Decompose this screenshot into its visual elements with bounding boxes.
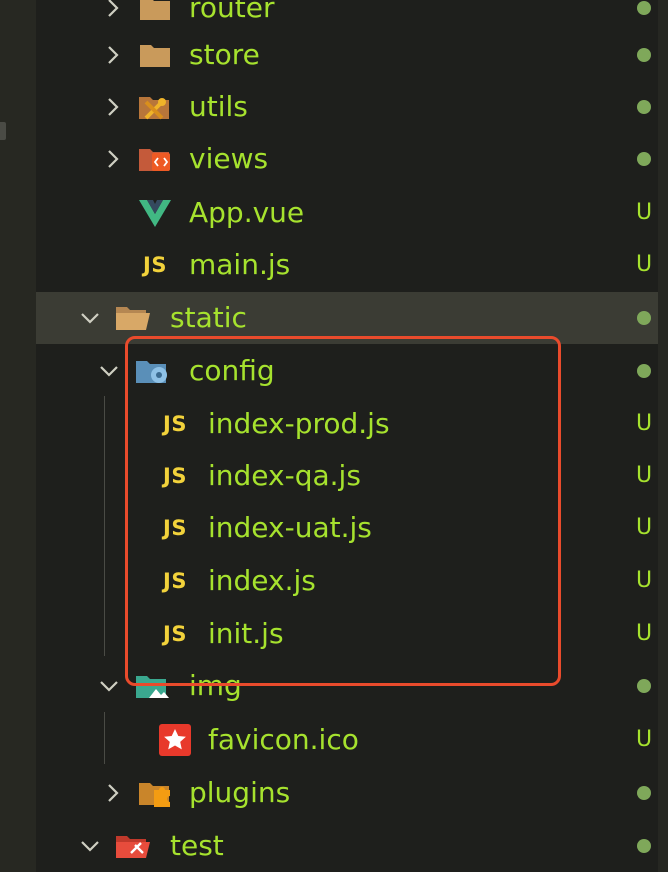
tree-item-label: index.js — [208, 564, 316, 597]
status-dot — [637, 679, 651, 693]
status-indicator — [632, 133, 656, 185]
status-indicator — [632, 660, 656, 712]
image-folder-icon — [134, 667, 172, 705]
js-file-icon: JS — [143, 253, 167, 277]
status-dot — [637, 152, 651, 166]
utils-folder-icon — [136, 88, 174, 126]
tree-file-app-vue[interactable]: App.vue U — [36, 187, 668, 239]
tree-item-label: utils — [189, 90, 248, 123]
vue-icon — [136, 194, 174, 232]
activity-bar — [0, 0, 36, 872]
status-dot — [637, 48, 651, 62]
status-dot — [637, 786, 651, 800]
tree-folder-views[interactable]: views — [36, 133, 668, 185]
untracked-status: U — [635, 621, 653, 646]
favicon-icon — [156, 721, 194, 759]
chevron-down-icon[interactable] — [98, 360, 120, 382]
chevron-down-icon[interactable] — [79, 307, 101, 329]
tree-folder-static[interactable]: static — [36, 292, 668, 344]
status-dot — [637, 1, 651, 15]
tree-item-label: plugins — [189, 776, 291, 809]
tree-item-label: init.js — [208, 617, 284, 650]
status-indicator — [632, 29, 656, 81]
chevron-right-icon[interactable] — [102, 96, 124, 118]
folder-icon — [136, 0, 174, 27]
tree-item-label: test — [170, 829, 224, 862]
tree-file-index-uat-js[interactable]: JS index-uat.js U — [36, 502, 668, 554]
tree-item-label: index-uat.js — [208, 511, 372, 544]
chevron-down-icon[interactable] — [79, 835, 101, 857]
tree-item-label: main.js — [189, 248, 291, 281]
tree-item-label: index-prod.js — [208, 407, 390, 440]
plugins-folder-icon — [136, 774, 174, 812]
tree-item-label: store — [189, 38, 260, 71]
tree-item-label: views — [189, 142, 269, 175]
status-dot — [637, 364, 651, 378]
tree-item-label: favicon.ico — [208, 723, 359, 756]
tree-file-index-qa-js[interactable]: JS index-qa.js U — [36, 450, 668, 502]
file-explorer-tree: router store utils views App.vue U JS ma… — [36, 0, 668, 872]
chevron-right-icon[interactable] — [102, 782, 124, 804]
tree-folder-config[interactable]: config — [36, 345, 668, 397]
tree-file-main-js[interactable]: JS main.js U — [36, 239, 668, 291]
tree-item-label: config — [189, 354, 275, 387]
tree-file-init-js[interactable]: JS init.js U — [36, 608, 668, 660]
chevron-right-icon[interactable] — [102, 44, 124, 66]
chevron-down-icon[interactable] — [98, 675, 120, 697]
js-file-icon: JS — [163, 569, 187, 593]
activity-bar-icon[interactable] — [0, 122, 6, 140]
tree-folder-plugins[interactable]: plugins — [36, 767, 668, 819]
tree-item-label: App.vue — [189, 196, 305, 229]
untracked-status: U — [635, 411, 653, 436]
untracked-status: U — [635, 515, 653, 540]
tree-item-label: img — [189, 669, 242, 702]
status-indicator — [632, 345, 656, 397]
js-file-icon: JS — [163, 464, 187, 488]
tree-item-label: static — [170, 301, 247, 334]
untracked-status: U — [635, 252, 653, 277]
status-indicator — [632, 292, 656, 344]
chevron-right-icon[interactable] — [102, 0, 124, 19]
views-folder-icon — [136, 140, 174, 178]
status-dot — [637, 839, 651, 853]
tree-file-index-prod-js[interactable]: JS index-prod.js U — [36, 398, 668, 450]
tree-file-favicon-ico[interactable]: favicon.ico U — [36, 714, 668, 766]
untracked-status: U — [635, 463, 653, 488]
scrollbar-track[interactable] — [658, 0, 668, 872]
js-file-icon: JS — [163, 516, 187, 540]
tree-folder-store[interactable]: store — [36, 29, 668, 81]
untracked-status: U — [635, 727, 653, 752]
tree-file-index-js[interactable]: JS index.js U — [36, 555, 668, 607]
status-dot — [637, 100, 651, 114]
test-folder-icon — [114, 827, 152, 865]
folder-icon — [136, 36, 174, 74]
chevron-right-icon[interactable] — [102, 148, 124, 170]
js-file-icon: JS — [163, 622, 187, 646]
tree-folder-test[interactable]: test — [36, 820, 668, 872]
untracked-status: U — [635, 200, 653, 225]
tree-item-label: index-qa.js — [208, 459, 361, 492]
js-file-icon: JS — [163, 412, 187, 436]
folder-open-icon — [114, 299, 152, 337]
untracked-status: U — [635, 568, 653, 593]
tree-folder-utils[interactable]: utils — [36, 81, 668, 133]
config-folder-icon — [134, 352, 172, 390]
tree-folder-img[interactable]: img — [36, 660, 668, 712]
status-indicator — [632, 767, 656, 819]
status-indicator — [632, 820, 656, 872]
status-indicator — [632, 81, 656, 133]
status-dot — [637, 311, 651, 325]
